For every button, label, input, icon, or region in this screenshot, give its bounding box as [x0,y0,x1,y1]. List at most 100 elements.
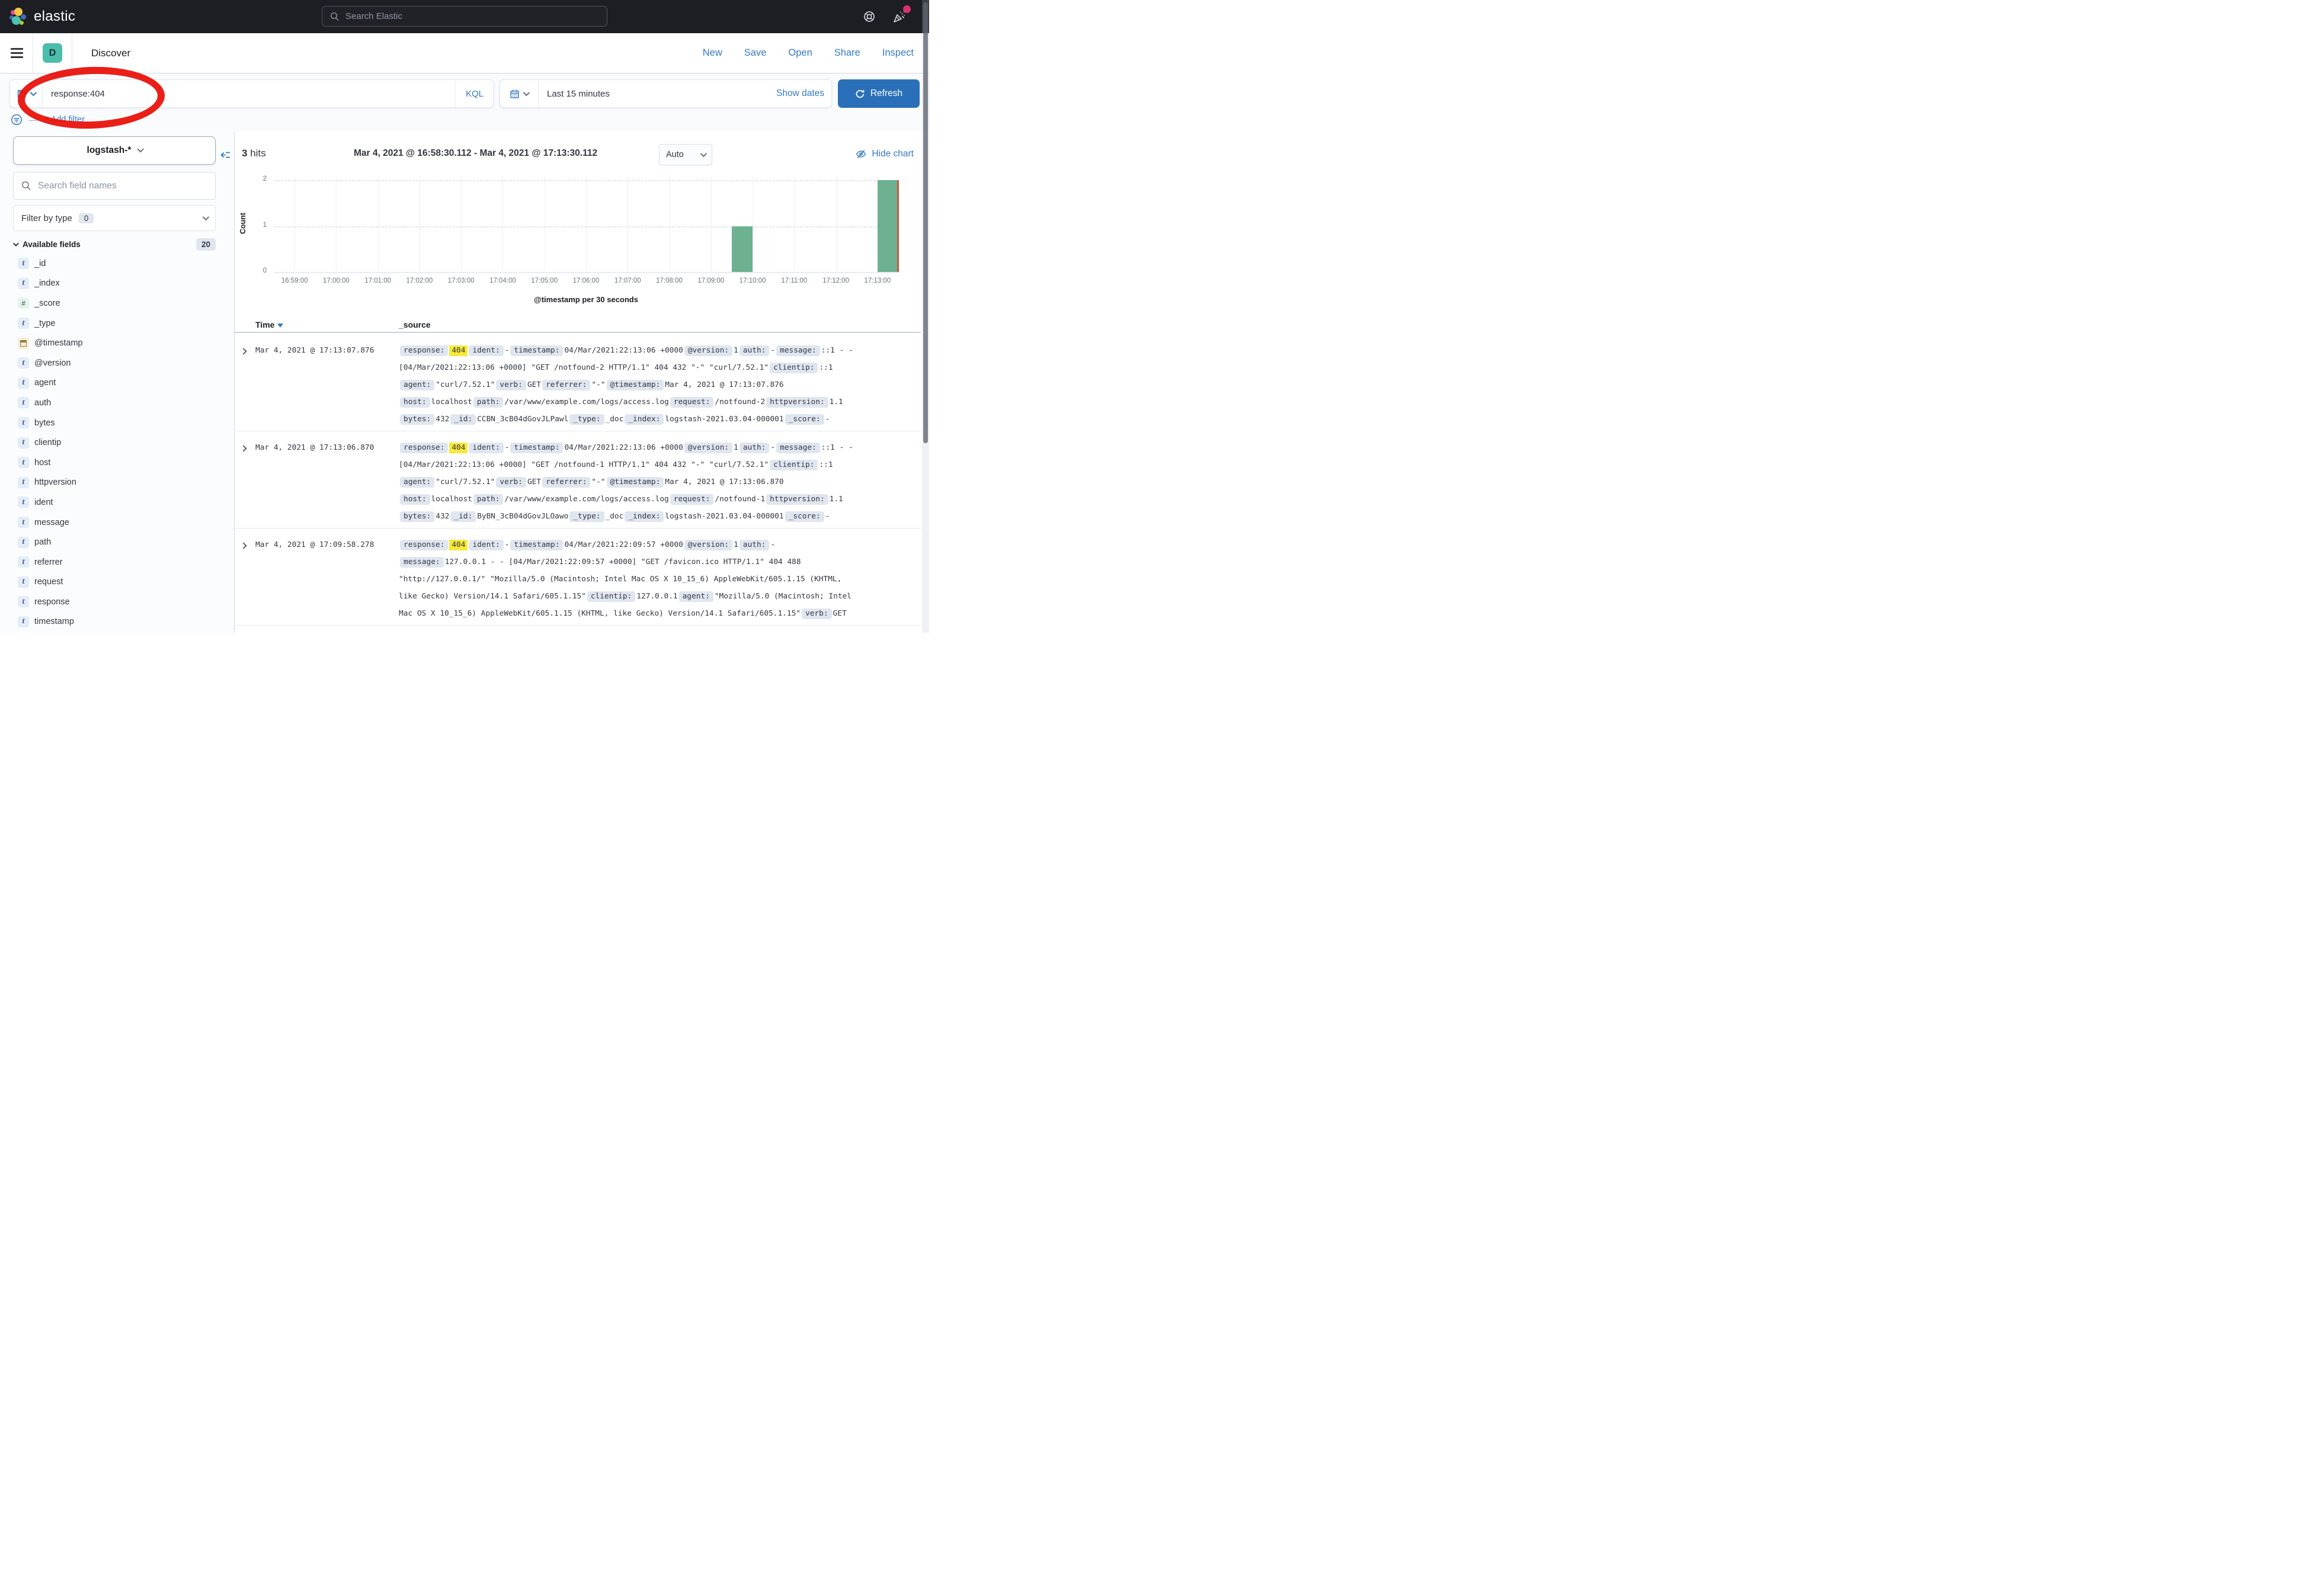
field-item-agent[interactable]: tagent [13,373,234,393]
field-name-badge: httpversion: [766,397,828,408]
date-type-icon [18,338,29,349]
field-item-host[interactable]: thost [13,453,234,473]
show-dates-button[interactable]: Show dates [776,88,832,99]
nav-new-button[interactable]: New [703,47,722,59]
field-item-httpversion[interactable]: thttpversion [13,473,234,493]
nav-open-button[interactable]: Open [788,47,812,59]
field-item-_index[interactable]: t _index [13,274,234,294]
field-item-_id[interactable]: t _id [13,254,234,274]
field-item-path[interactable]: tpath [13,532,234,552]
row-source: response: 404 ident: - timestamp: 04/Mar… [399,439,921,525]
string-type-icon: t [18,278,29,289]
field-name-badge: @version: [684,540,732,550]
field-name-badge: _type: [569,414,604,425]
saved-query-icon [17,89,27,99]
discover-app-badge[interactable]: D [43,43,62,63]
nav-save-button[interactable]: Save [744,47,767,59]
field-item-referrer[interactable]: treferrer [13,552,234,572]
field-name-badge: timestamp: [510,345,563,356]
string-type-icon: t [18,258,29,269]
filter-by-type-dropdown[interactable]: Filter by type 0 [13,205,216,231]
nav-share-button[interactable]: Share [834,47,860,59]
query-text[interactable]: response:404 [43,89,455,99]
field-item-clientip[interactable]: tclientip [13,433,234,453]
field-name: _id [34,259,46,268]
histogram-bar[interactable] [732,226,752,273]
field-value: 1.1 [830,398,843,406]
field-item-_type[interactable]: t_type [13,313,234,334]
string-type-icon: t [18,596,29,607]
field-item-_score[interactable]: #_score [13,293,234,313]
field-name-badge: host: [400,494,430,505]
field-item-request[interactable]: trequest [13,572,234,593]
documents-table-header: Time _source [235,318,921,333]
expand-row-icon[interactable] [240,542,247,549]
field-name: bytes [34,418,55,428]
field-value: _doc [606,415,624,424]
field-value: logstash-2021.03.04-000001 [665,512,783,521]
field-name: @timestamp [34,338,83,348]
field-name-badge: verb: [496,380,526,390]
field-name-badge: bytes: [400,511,434,522]
field-item-message[interactable]: tmessage [13,513,234,533]
string-type-icon: t [18,497,29,508]
news-icon[interactable] [892,9,907,24]
field-name: httpversion [34,478,76,487]
field-value: - [770,443,775,452]
field-item-timestamp[interactable]: ttimestamp [13,612,234,632]
x-gridline [461,175,462,272]
query-language-button[interactable]: KQL [455,79,494,108]
x-tick-label: 17:11:00 [770,277,818,284]
saved-query-menu-button[interactable] [9,79,43,108]
expand-row-icon[interactable] [240,348,247,354]
field-value: - [505,540,510,549]
index-pattern-selector[interactable]: logstash-* [13,136,216,165]
x-gridline [502,175,503,272]
field-search-input[interactable]: Search field names [13,172,216,200]
field-name-badge: referrer: [542,477,590,488]
field-name: _index [34,278,60,288]
field-value: - [770,540,775,549]
time-range-value[interactable]: Last 15 minutes [539,89,610,99]
global-search-input[interactable]: Search Elastic [322,6,607,27]
field-name-badge: clientip: [770,460,818,470]
string-type-icon: t [18,577,29,588]
menu-icon[interactable] [11,48,23,58]
collapse-sidebar-icon[interactable] [220,149,231,164]
time-column-header[interactable]: Time [255,320,399,329]
x-tick-label: 17:08:00 [646,277,693,284]
field-item-response[interactable]: tresponse [13,592,234,612]
refresh-button[interactable]: Refresh [838,79,920,108]
add-filter-button[interactable]: + Add filter [44,115,85,124]
available-fields-header[interactable]: Available fields 20 [13,236,216,252]
field-name-badge: clientip: [587,591,635,602]
nav-inspect-button[interactable]: Inspect [882,47,914,59]
elastic-logo[interactable]: elastic [9,8,75,25]
help-icon[interactable] [863,10,876,23]
available-fields-label: Available fields [23,240,81,249]
field-name-badge: timestamp: [510,540,563,550]
search-icon [21,181,31,191]
date-picker[interactable]: Last 15 minutes Show dates [500,79,832,108]
field-value: - [505,346,510,355]
field-value: _doc [606,512,624,521]
filter-icon[interactable] [11,114,23,126]
field-name-badge: auth: [740,443,770,453]
query-input[interactable]: response:404 KQL [9,79,494,108]
scrollbar-thumb[interactable] [923,2,928,443]
x-gridline [336,175,337,272]
field-item-@timestamp[interactable]: @timestamp [13,333,234,353]
field-item-auth[interactable]: tauth [13,393,234,413]
field-name-badge: message: [776,443,820,453]
highlighted-value: 404 [449,540,468,550]
field-item-ident[interactable]: tident [13,492,234,513]
field-item-@version[interactable]: t@version [13,353,234,373]
row-timestamp: Mar 4, 2021 @ 17:13:07.876 [255,342,399,428]
histogram-bar[interactable] [878,180,898,272]
field-item-bytes[interactable]: tbytes [13,413,234,433]
field-name: clientip [34,438,61,447]
date-picker-menu-button[interactable] [500,79,539,108]
expand-row-icon[interactable] [240,445,247,451]
string-type-icon: t [18,616,29,627]
y-tick-label: 1 [251,222,267,229]
